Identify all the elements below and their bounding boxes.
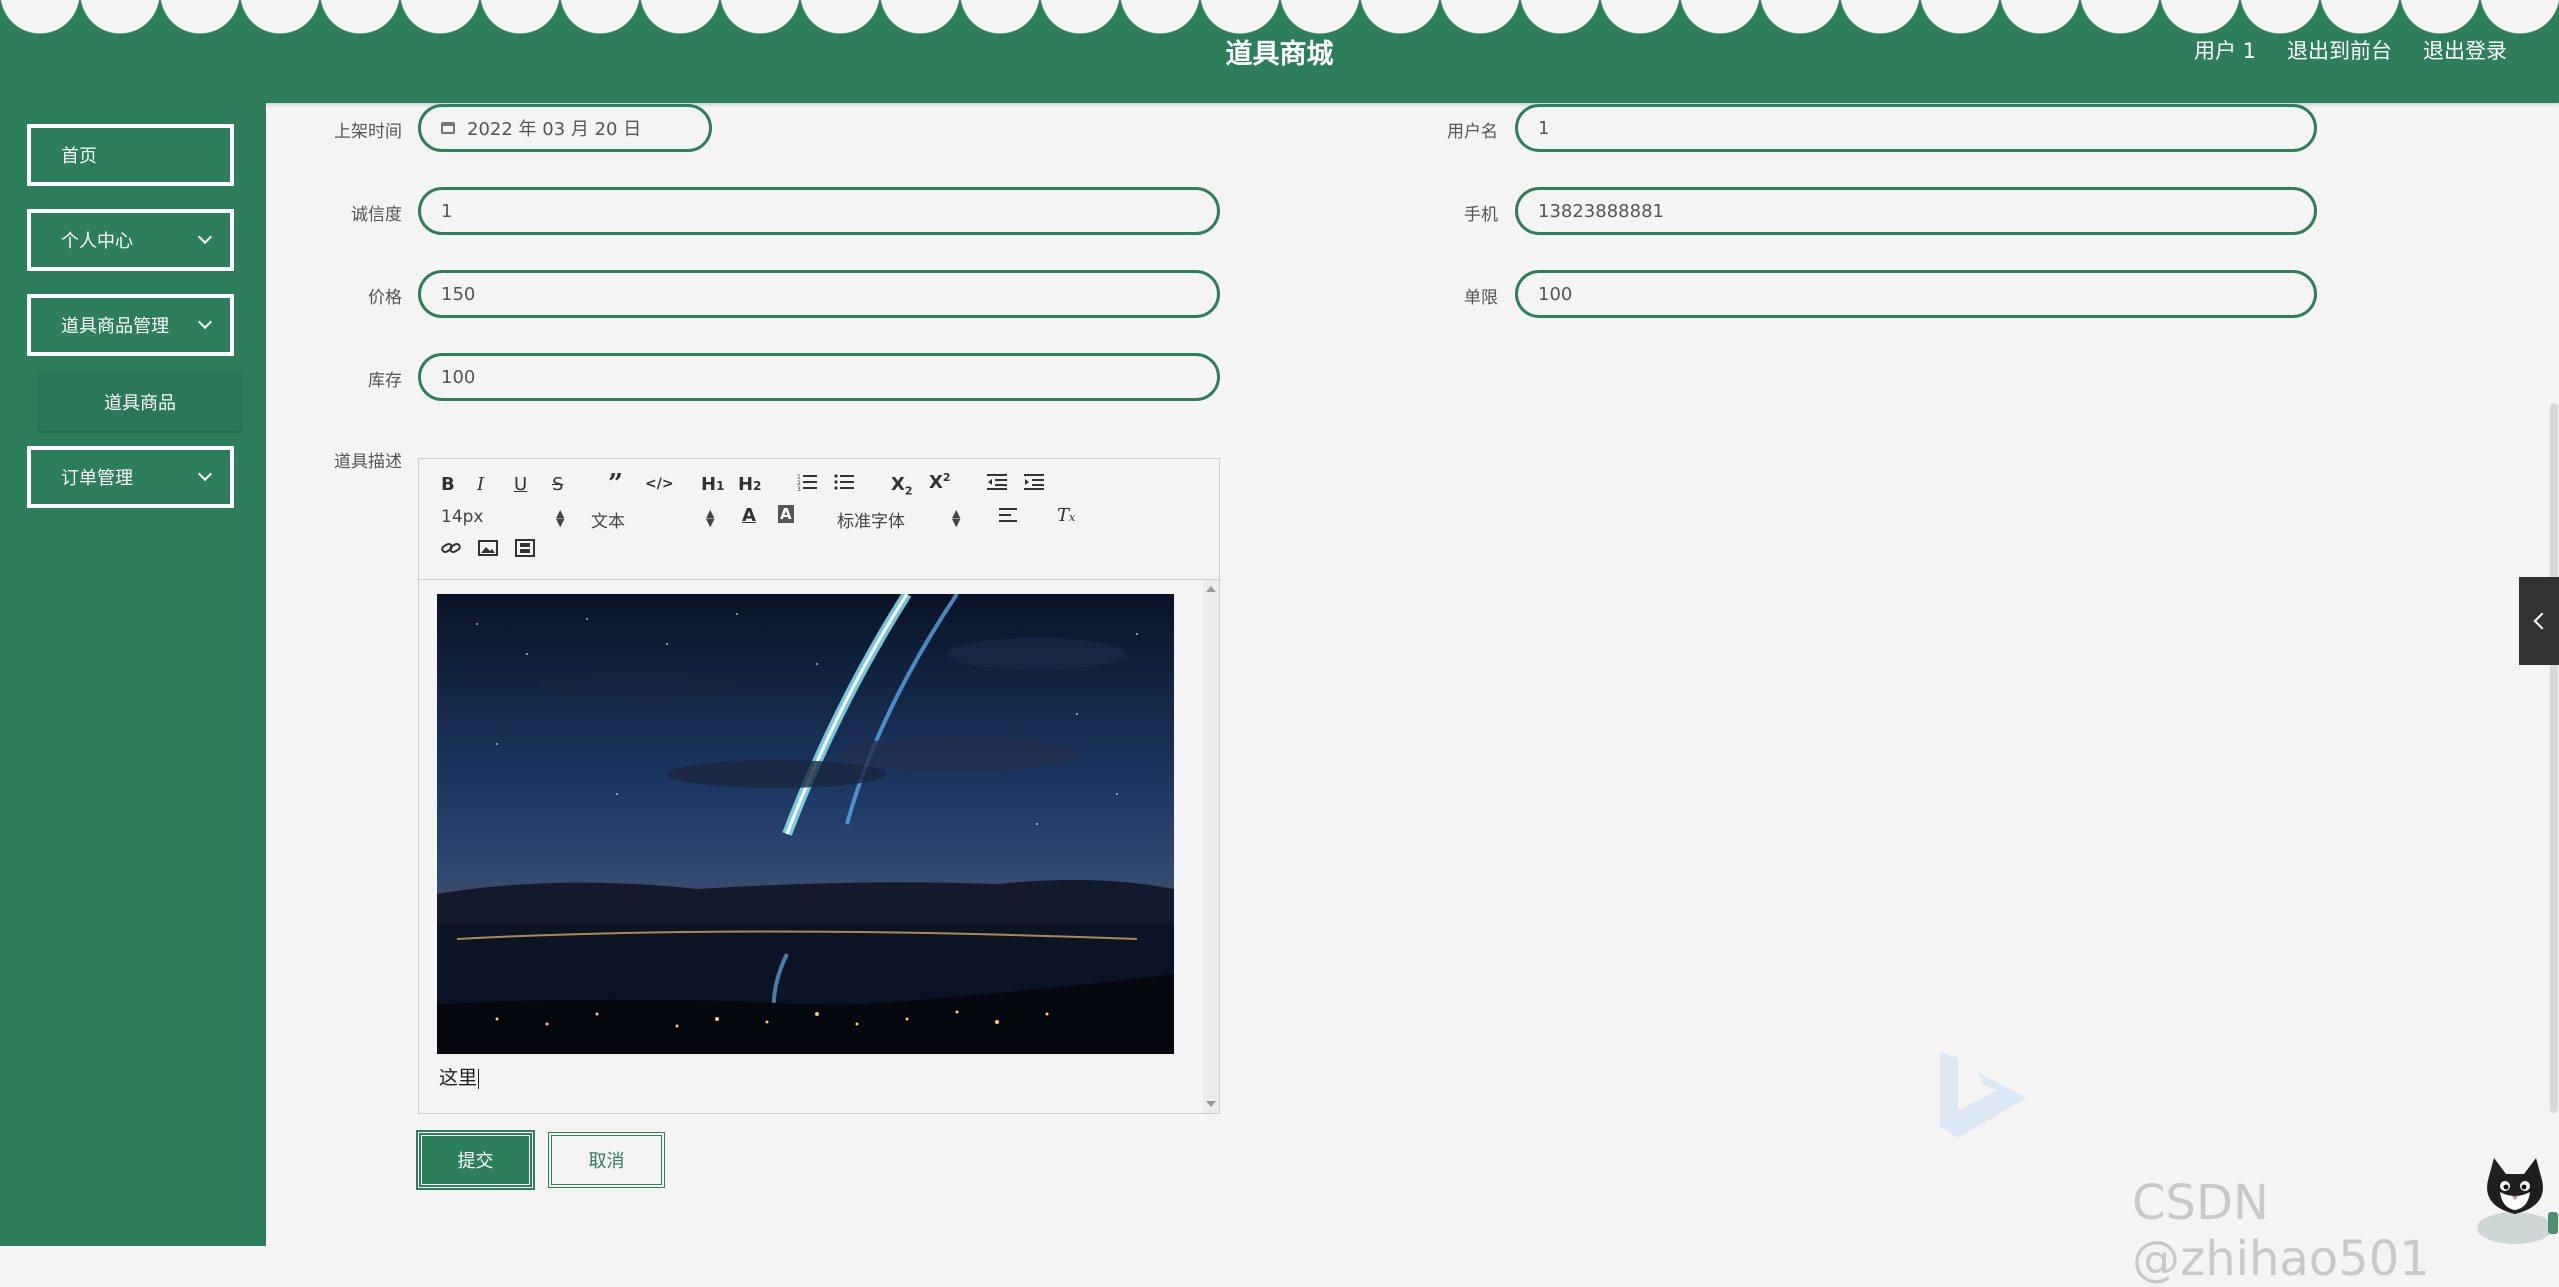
ordered-list-icon[interactable]: 123 — [797, 473, 817, 496]
select-arrows-icon: ▲ ▼ — [706, 507, 715, 529]
stock-field[interactable]: 100 — [418, 353, 1220, 401]
sidebar-subitem-items[interactable]: 道具商品 — [40, 373, 240, 431]
stock-label: 库存 — [368, 371, 402, 391]
embedded-night-sky-image — [437, 594, 1174, 1054]
limit-value: 100 — [1538, 283, 1573, 305]
sidebar-item-home[interactable]: 首页 — [27, 124, 234, 186]
format-select[interactable]: 文本 ▲ ▼ — [591, 507, 715, 532]
font-size-select[interactable]: 14px ▲ ▼ — [441, 507, 565, 529]
sidebar-item-label: 订单管理 — [61, 468, 133, 489]
scroll-down-icon[interactable] — [1206, 1101, 1216, 1107]
phone-label: 手机 — [1464, 205, 1498, 225]
cat-mascot-icon — [2477, 1158, 2558, 1244]
shelf-time-date-picker[interactable]: 2022 年 03 月 20 日 — [418, 104, 712, 152]
sidebar-item-item-management[interactable]: 道具商品管理 — [27, 294, 234, 356]
select-arrows-icon: ▲ ▼ — [952, 507, 961, 529]
indent-icon[interactable] — [1024, 473, 1044, 496]
app-title: 道具商城 — [1225, 39, 1334, 70]
strikethrough-icon[interactable]: S — [552, 474, 563, 495]
phone-field[interactable]: 13823888881 — [1515, 187, 2317, 235]
align-icon[interactable] — [999, 506, 1019, 529]
font-size-value: 14px — [441, 507, 484, 527]
italic-icon[interactable]: I — [477, 474, 484, 495]
video-icon[interactable] — [515, 539, 535, 562]
bold-icon[interactable]: B — [441, 474, 455, 495]
submit-button[interactable]: 提交 — [416, 1130, 535, 1190]
underline-icon[interactable]: U — [514, 474, 527, 495]
logout-link[interactable]: 退出登录 — [2423, 35, 2507, 65]
text-caret — [478, 1068, 480, 1089]
cancel-button-label: 取消 — [588, 1151, 625, 1172]
page-scrollbar[interactable] — [2550, 403, 2558, 1113]
phone-value: 13823888881 — [1538, 200, 1664, 222]
font-family-value: 标准字体 — [837, 512, 905, 532]
chevron-left-icon — [2533, 612, 2551, 630]
scalloped-border — [0, 0, 2559, 34]
credit-value: 1 — [441, 200, 453, 222]
font-color-icon[interactable]: A — [742, 505, 756, 526]
sidebar: 首页 个人中心 道具商品管理 道具商品 订单管理 — [0, 103, 266, 1246]
username-field[interactable]: 1 — [1515, 104, 2317, 152]
limit-label: 单限 — [1464, 288, 1498, 308]
price-field[interactable]: 150 — [418, 270, 1220, 318]
background-color-icon[interactable]: A — [778, 505, 794, 523]
username-label: 用户名 — [1447, 122, 1498, 142]
username-value: 1 — [1538, 117, 1550, 139]
sidebar-item-label: 首页 — [61, 146, 97, 167]
calendar-icon — [441, 122, 455, 134]
svg-text:3: 3 — [797, 486, 801, 491]
credit-field[interactable]: 1 — [418, 187, 1220, 235]
clear-format-icon[interactable]: Tx — [1057, 505, 1075, 526]
submit-button-label: 提交 — [457, 1151, 494, 1172]
top-header: 道具商城 用户 1 退出到前台 退出登录 — [0, 0, 2559, 103]
shelf-time-label: 上架时间 — [334, 122, 402, 142]
shelf-time-value: 2022 年 03 月 20 日 — [467, 119, 642, 140]
rich-text-editor: B I U S ” </> H1 H2 123 X2 X2 14px ▲ ▼ 文本… — [418, 458, 1220, 1114]
header-links: 用户 1 退出到前台 退出登录 — [2194, 35, 2507, 65]
editor-content[interactable]: 这里 — [419, 580, 1202, 1113]
chevron-down-icon — [197, 229, 213, 245]
link-icon[interactable] — [441, 539, 461, 562]
credit-label: 诚信度 — [351, 205, 402, 225]
price-label: 价格 — [368, 288, 402, 308]
code-block-icon[interactable]: </> — [645, 476, 674, 492]
sidebar-item-label: 道具商品管理 — [61, 316, 169, 337]
sidebar-item-label: 个人中心 — [61, 231, 133, 252]
image-icon[interactable] — [478, 539, 498, 562]
sidebar-subitem-label: 道具商品 — [104, 393, 176, 414]
editor-text-value: 这里 — [439, 1067, 478, 1089]
back-to-front-link[interactable]: 退出到前台 — [2287, 35, 2392, 65]
chevron-down-icon — [197, 466, 213, 482]
outdent-icon[interactable] — [987, 473, 1007, 496]
limit-field[interactable]: 100 — [1515, 270, 2317, 318]
scroll-up-icon[interactable] — [1206, 586, 1216, 592]
sidebar-item-order-management[interactable]: 订单管理 — [27, 446, 234, 508]
heading-1-icon[interactable]: H1 — [701, 474, 724, 495]
price-value: 150 — [441, 283, 476, 305]
editor-text-line: 这里 — [439, 1063, 480, 1090]
cancel-button[interactable]: 取消 — [548, 1132, 665, 1188]
font-family-select[interactable]: 标准字体 ▲ ▼ — [837, 507, 961, 532]
current-user-link[interactable]: 用户 1 — [2194, 35, 2256, 65]
blockquote-icon[interactable]: ” — [608, 469, 623, 499]
bing-logo-icon — [1940, 1052, 2026, 1138]
chevron-down-icon — [197, 314, 213, 330]
sidebar-item-personal-center[interactable]: 个人中心 — [27, 209, 234, 271]
superscript-icon[interactable]: X2 — [929, 471, 951, 493]
stock-value: 100 — [441, 366, 476, 388]
heading-2-icon[interactable]: H2 — [738, 474, 761, 495]
description-label: 道具描述 — [334, 452, 402, 472]
editor-scrollbar[interactable] — [1203, 580, 1219, 1113]
format-value: 文本 — [591, 512, 625, 532]
select-arrows-icon: ▲ ▼ — [556, 507, 565, 529]
side-panel-toggle[interactable] — [2519, 577, 2559, 665]
subscript-icon[interactable]: X2 — [891, 474, 913, 498]
editor-toolbar: B I U S ” </> H1 H2 123 X2 X2 14px ▲ ▼ 文本… — [419, 459, 1219, 580]
bullet-list-icon[interactable] — [834, 473, 854, 496]
